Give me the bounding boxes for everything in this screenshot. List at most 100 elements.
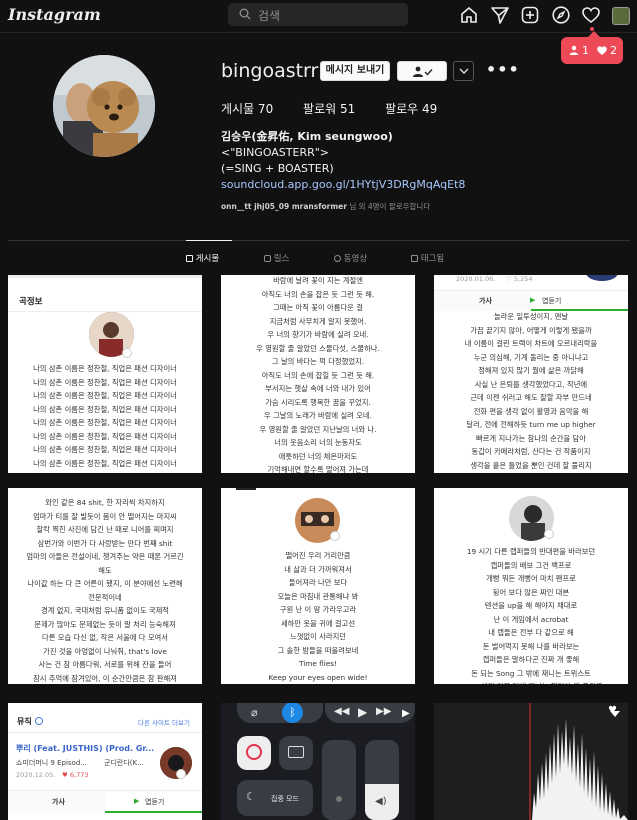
song-title[interactable]: 뿌리 (Feat. JUSTHIS) (Prod. Gr... <box>16 743 154 754</box>
profile-avatar[interactable] <box>53 55 155 157</box>
following-count[interactable]: 팔로우 49 <box>385 102 437 116</box>
tab-lyrics[interactable]: 가사 <box>52 797 65 807</box>
lyric-line: 아직도 너의 손을 잡은 듯 그런 듯 해. <box>261 289 375 299</box>
followed-by-users: onn__tt jhj05_09 mransformer <box>221 202 347 211</box>
instagram-logo[interactable]: Instagram <box>8 5 101 24</box>
lyric-line: 캡퍼들의 배보 그건 백프로 <box>490 560 572 570</box>
profile-avatar-small[interactable] <box>612 7 630 25</box>
new-post-icon[interactable] <box>520 5 540 25</box>
play-icon[interactable] <box>330 531 340 541</box>
post-tile[interactable]: ♥ <box>434 703 628 820</box>
search-icon <box>239 8 251 20</box>
lyric-line: 들어져라 나만 보다 <box>288 578 348 587</box>
lyrics-block: 바람에 날려 꽃이 지는 계절엔 아직도 너의 손을 잡은 듯 그런 듯 해. 그때… <box>221 275 415 473</box>
bio-link[interactable]: soundcloud.app.goo.gl/1HYtjV3DRgMqAqEt8 <box>221 177 465 193</box>
brightness-slider[interactable] <box>322 740 356 820</box>
lyric-line: 세하만 옷을 귀에 걸고선 <box>280 618 356 628</box>
message-button[interactable]: 메시지 보내기 <box>320 61 390 81</box>
lyric-line: 나의 삼촌 이름은 정찬철, 직업은 패션 디자이너 <box>33 431 177 441</box>
screen-mirror-button[interactable] <box>279 736 313 770</box>
play-icon[interactable] <box>176 769 186 779</box>
play-icon[interactable]: ▶ <box>402 708 410 719</box>
lyric-line: 그 솔한 밤들을 떠올려보네 <box>277 645 359 655</box>
likes-value: 5,254 <box>513 275 533 283</box>
play-icon[interactable] <box>122 348 132 358</box>
lyric-line: 돈 되는 Song 그 밖에 재니는 트위스트 <box>471 668 591 678</box>
forward-icon[interactable]: ▶▶ <box>376 706 391 717</box>
bio-line: (=SING + BOASTER) <box>221 162 334 175</box>
tab-reels-label: 릴스 <box>273 254 290 264</box>
wifi-off-icon[interactable]: ⌀ <box>251 706 258 719</box>
lyric-line: 달러, 전에 전해하듯 turn me up higher <box>466 420 596 429</box>
lyric-line: 나의 삼촌 이름은 정찬철, 직업은 패션 디자이너 <box>33 377 177 387</box>
lyric-line: 놀라운 일투성이지, 맨날 <box>493 312 569 321</box>
tab-lyrics[interactable]: 가사 <box>479 296 492 306</box>
heart-icon[interactable] <box>581 5 601 25</box>
play-icon[interactable] <box>544 529 554 539</box>
post-tile[interactable]: 곡정보 나의 삼촌 이름은 정찬철, 직업은 패션 디자이너 나의 삼촌 이름은 … <box>8 275 202 473</box>
posts-count: 게시물 70 <box>221 102 274 116</box>
lyric-line: 해도 <box>98 565 112 575</box>
lyric-line: 돈 벌어먹지 못해 나를 바라보는 <box>482 641 580 651</box>
explore-icon[interactable] <box>551 5 571 25</box>
lyric-line: 지금처럼 사무치게 알지 못했어. <box>269 316 367 326</box>
activity-badge[interactable]: 1 2 <box>561 31 623 64</box>
tab-reels[interactable]: 릴스 <box>264 252 289 264</box>
post-tile[interactable]: 2020.01.06. ♡ 5,254 가사 ▶ 엽듣기 놀라운 일투성이지, … <box>434 275 628 473</box>
tab-videos[interactable]: 동영상 <box>334 252 367 264</box>
tab-posts[interactable]: 게시물 <box>186 252 219 264</box>
likes-count: ♥ 6,773 <box>62 771 89 779</box>
heart-icon[interactable]: ♥ <box>608 705 617 716</box>
reels-icon <box>264 255 271 262</box>
lyric-line: 19 시기 다른 랩퍼들의 반대편을 바라보던 <box>466 547 596 556</box>
lyrics-block: 떨어진 우리 거리만큼 내 삶과 더 가까워져서 들어져라 나만 보다 오늘은 마침내… <box>221 549 415 684</box>
connectivity-panel <box>237 703 323 723</box>
speaker-icon: ◀) <box>375 796 387 807</box>
more-sites-link[interactable]: 다른 사이트 더보기 <box>138 717 190 727</box>
lyric-line: 우 영원할 줄 알았던 지난날의 너와 나. <box>259 424 377 434</box>
direct-icon[interactable] <box>490 5 510 25</box>
play-icon[interactable]: ▶ <box>358 705 367 719</box>
post-tile[interactable]: 떨어진 우리 거리만큼 내 삶과 더 가까워져서 들어져라 나만 보다 오늘은 마침내… <box>221 488 415 684</box>
lyric-line: 빠르게 지나가는 참나의 순간을 담아 <box>476 433 586 443</box>
lyric-line: Time flies! <box>298 659 338 668</box>
post-tile[interactable]: ⌀ ᛒ ◀◀ ▶ ▶▶ ▶ ◀) ☾ 집중 모드 <box>221 703 415 820</box>
tab-listen[interactable]: 엽듣기 <box>145 797 164 807</box>
lyric-line: 나의 삼촌 이름은 정찬철, 직업은 패션 디자이너 <box>33 391 177 400</box>
screen-mirror-icon <box>288 746 304 758</box>
active-tab-indicator <box>186 240 232 241</box>
lyrics-block: 놀라운 일투성이지, 맨날 가끔 끝기지 않아, 어떻게 이렇게 됐을까 내 이름이… <box>434 310 628 473</box>
lyric-line: 내 삶과 더 가까워져서 <box>284 564 352 574</box>
music-heading: 뮤직 <box>17 717 32 726</box>
followed-by[interactable]: onn__tt jhj05_09 mransformer 님 외 4명이 팔로우… <box>221 201 430 212</box>
home-icon[interactable] <box>459 5 479 25</box>
following-button[interactable] <box>397 61 447 81</box>
tab-listen[interactable]: 엽듣기 <box>542 296 561 306</box>
lyrics-block: 나의 삼촌 이름은 정찬철, 직업은 패션 디자이너나의 삼촌 이름은 정찬철,… <box>8 362 202 470</box>
tab-tagged[interactable]: 태그됨 <box>411 252 444 264</box>
lyric-line: 나의 삼촌 이름은 정찬철, 직업은 패션 디자이너 <box>33 458 177 468</box>
followers-count[interactable]: 팔로워 51 <box>303 102 355 116</box>
post-tile[interactable]: 와인 같은 84 shit, 한 자리씩 차지하지 엄마가 티를 잘 발듯이 몸이… <box>8 488 202 684</box>
search-input[interactable]: 검색 <box>228 3 408 26</box>
options-button[interactable]: ••• <box>486 60 520 79</box>
lyric-line: 생각을 흩은 틀었을 뿐인 건데 잘 풀리지 <box>470 460 592 470</box>
lyric-line: 텐션을 up을 해 해야지 채대로 <box>484 601 578 610</box>
rewind-icon[interactable]: ◀◀ <box>334 706 349 717</box>
profile-full-name: 김승우(金昇佑, Kim seungwoo) <box>221 130 393 143</box>
lyrics-block: 19 시기 다른 랩퍼들의 반대편을 바라보던 캡퍼들의 배보 그건 백프로 개뻥 … <box>434 545 628 684</box>
bluetooth-icon[interactable]: ᛒ <box>282 703 303 723</box>
brightness-icon <box>336 796 342 802</box>
volume-slider[interactable]: ◀) <box>365 740 399 820</box>
like-count: 2 <box>610 44 617 57</box>
post-tile[interactable]: 뮤직 다른 사이트 더보기 뿌리 (Feat. JUSTHIS) (Prod. … <box>8 703 202 820</box>
tab-divider <box>8 240 630 241</box>
post-tile[interactable]: 바람에 날려 꽃이 지는 계절엔 아직도 너의 손을 잡은 듯 그런 듯 해. 그때… <box>221 275 415 473</box>
heart-icon: ♥ <box>62 771 68 779</box>
suggested-dropdown-button[interactable] <box>453 61 474 81</box>
lyric-line: 동갑이 카메라처럼, 산다는 건 작품이지 <box>471 447 591 456</box>
focus-mode-button[interactable]: ☾ 집중 모드 <box>237 780 313 816</box>
rotation-lock-button[interactable] <box>237 736 271 770</box>
post-tile[interactable]: 19 시기 다른 랩퍼들의 반대편을 바라보던 캡퍼들의 배보 그건 백프로 개뻥 … <box>434 488 628 684</box>
post-heading: 곡정보 <box>19 297 43 307</box>
